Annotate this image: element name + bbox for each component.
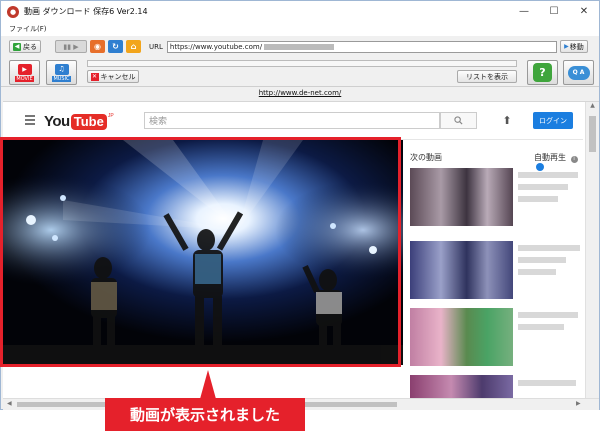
search-input[interactable]: 検索 <box>144 112 440 129</box>
app-icon: ● <box>7 5 19 18</box>
related-video-thumbnail[interactable] <box>410 375 513 398</box>
show-list-label: リストを表示 <box>466 72 508 81</box>
callout-pointer <box>200 370 216 399</box>
back-arrow-icon: ◀ <box>13 42 21 51</box>
navigation-toolbar: ◀ 戻る ▮▮ ▶ ◉ ↻ ⌂ URL https://www.youtube.… <box>1 37 599 56</box>
vertical-scrollbar[interactable]: ▲ <box>585 102 599 398</box>
related-video-meta-blur <box>518 324 564 330</box>
login-button[interactable]: ログイン <box>533 112 573 129</box>
url-redacted-blur <box>264 43 335 50</box>
scroll-left-arrow-icon[interactable]: ◀ <box>7 400 12 407</box>
record-icon[interactable]: ◉ <box>90 40 105 53</box>
related-video-title-blur[interactable] <box>518 245 580 251</box>
go-arrow-icon: ▶ <box>564 43 569 50</box>
related-video-meta-blur <box>518 196 558 202</box>
menu-bar: ファイル(F) <box>1 22 599 36</box>
autoplay-group: 自動再生 i <box>534 152 585 173</box>
upload-icon[interactable]: ⬆ <box>501 113 513 127</box>
info-icon[interactable]: i <box>570 156 578 163</box>
movie-icon: ▶ <box>17 63 32 75</box>
related-video-meta-blur <box>518 257 566 263</box>
annotation-callout: 動画が表示されました <box>105 398 305 431</box>
vendor-link[interactable]: http://www.de-net.com/ <box>259 89 342 97</box>
window-title: 動画 ダウンロード 保存6 Ver2.14 <box>24 7 148 16</box>
title-bar: ● 動画 ダウンロード 保存6 Ver2.14 — ☐ ✕ <box>1 1 599 22</box>
youtube-logo[interactable]: You Tube JP <box>44 113 114 130</box>
vendor-link-bar: http://www.de-net.com/ <box>1 89 599 100</box>
music-icon: ♫ <box>54 63 69 75</box>
media-nav-button[interactable]: ▮▮ ▶ <box>55 40 87 53</box>
url-label: URL <box>149 42 163 51</box>
logo-tube: Tube <box>70 114 107 130</box>
autoplay-label: 自動再生 <box>534 153 566 162</box>
refresh-icon[interactable]: ↻ <box>108 40 123 53</box>
search-icon <box>454 116 463 125</box>
related-video-thumbnail[interactable] <box>410 168 513 226</box>
cancel-button[interactable]: ✕ キャンセル <box>87 70 139 83</box>
cancel-label: キャンセル <box>100 72 136 81</box>
minimize-button[interactable]: — <box>509 1 539 22</box>
music-label: MUSIC <box>52 75 71 82</box>
related-video-thumbnail[interactable] <box>410 241 513 299</box>
related-video-title-blur[interactable] <box>518 312 578 318</box>
related-video-thumbnail[interactable] <box>410 308 513 366</box>
related-video-meta-blur <box>518 269 556 275</box>
help-button[interactable]: ? <box>527 60 558 85</box>
go-button-label: 移動 <box>569 42 584 51</box>
home-icon[interactable]: ⌂ <box>126 40 141 53</box>
maximize-button[interactable]: ☐ <box>539 1 569 22</box>
scroll-right-arrow-icon[interactable]: ▶ <box>576 400 581 407</box>
movie-label: MOVIE <box>15 75 34 82</box>
qa-button[interactable]: Q A <box>563 60 594 85</box>
play-icon: ▮▮ ▶ <box>63 42 79 51</box>
search-button[interactable] <box>440 112 477 129</box>
progress-bar <box>87 60 517 67</box>
close-button[interactable]: ✕ <box>569 1 599 22</box>
scroll-up-arrow-icon[interactable]: ▲ <box>586 102 599 114</box>
go-button[interactable]: ▶ 移動 <box>559 40 588 53</box>
qa-icon: Q A <box>567 65 590 80</box>
cancel-icon: ✕ <box>90 72 99 81</box>
back-button[interactable]: ◀ 戻る <box>9 40 41 53</box>
autoplay-toggle[interactable] <box>536 163 544 171</box>
sidebar-header: 次の動画 自動再生 i <box>410 152 585 171</box>
search-placeholder: 検索 <box>149 117 168 127</box>
related-video-title-blur[interactable] <box>518 380 576 386</box>
logo-region: JP <box>107 113 114 119</box>
show-list-button[interactable]: リストを表示 <box>457 70 517 83</box>
next-videos-label: 次の動画 <box>410 153 442 162</box>
related-video-title-blur[interactable] <box>518 172 578 178</box>
related-videos-sidebar: 次の動画 自動再生 i <box>410 140 585 398</box>
youtube-header: You Tube JP 検索 ⬆ ログイン <box>3 102 583 140</box>
menu-icon[interactable] <box>25 115 35 127</box>
download-toolbar: ▶ MOVIE ♫ MUSIC ✕ キャンセル リストを表示 ? Q A <box>1 57 599 87</box>
back-button-label: 戻る <box>23 42 37 51</box>
menu-file[interactable]: ファイル(F) <box>9 24 47 34</box>
related-video-meta-blur <box>518 184 568 190</box>
url-field[interactable]: https://www.youtube.com/ <box>166 40 557 53</box>
url-value: https://www.youtube.com/ <box>169 42 263 51</box>
movie-button[interactable]: ▶ MOVIE <box>9 60 40 85</box>
highlight-frame <box>0 137 401 367</box>
help-icon: ? <box>533 63 552 82</box>
music-button[interactable]: ♫ MUSIC <box>46 60 77 85</box>
scrollbar-thumb[interactable] <box>589 116 596 152</box>
logo-you: You <box>44 113 70 130</box>
window-controls: — ☐ ✕ <box>509 1 599 22</box>
